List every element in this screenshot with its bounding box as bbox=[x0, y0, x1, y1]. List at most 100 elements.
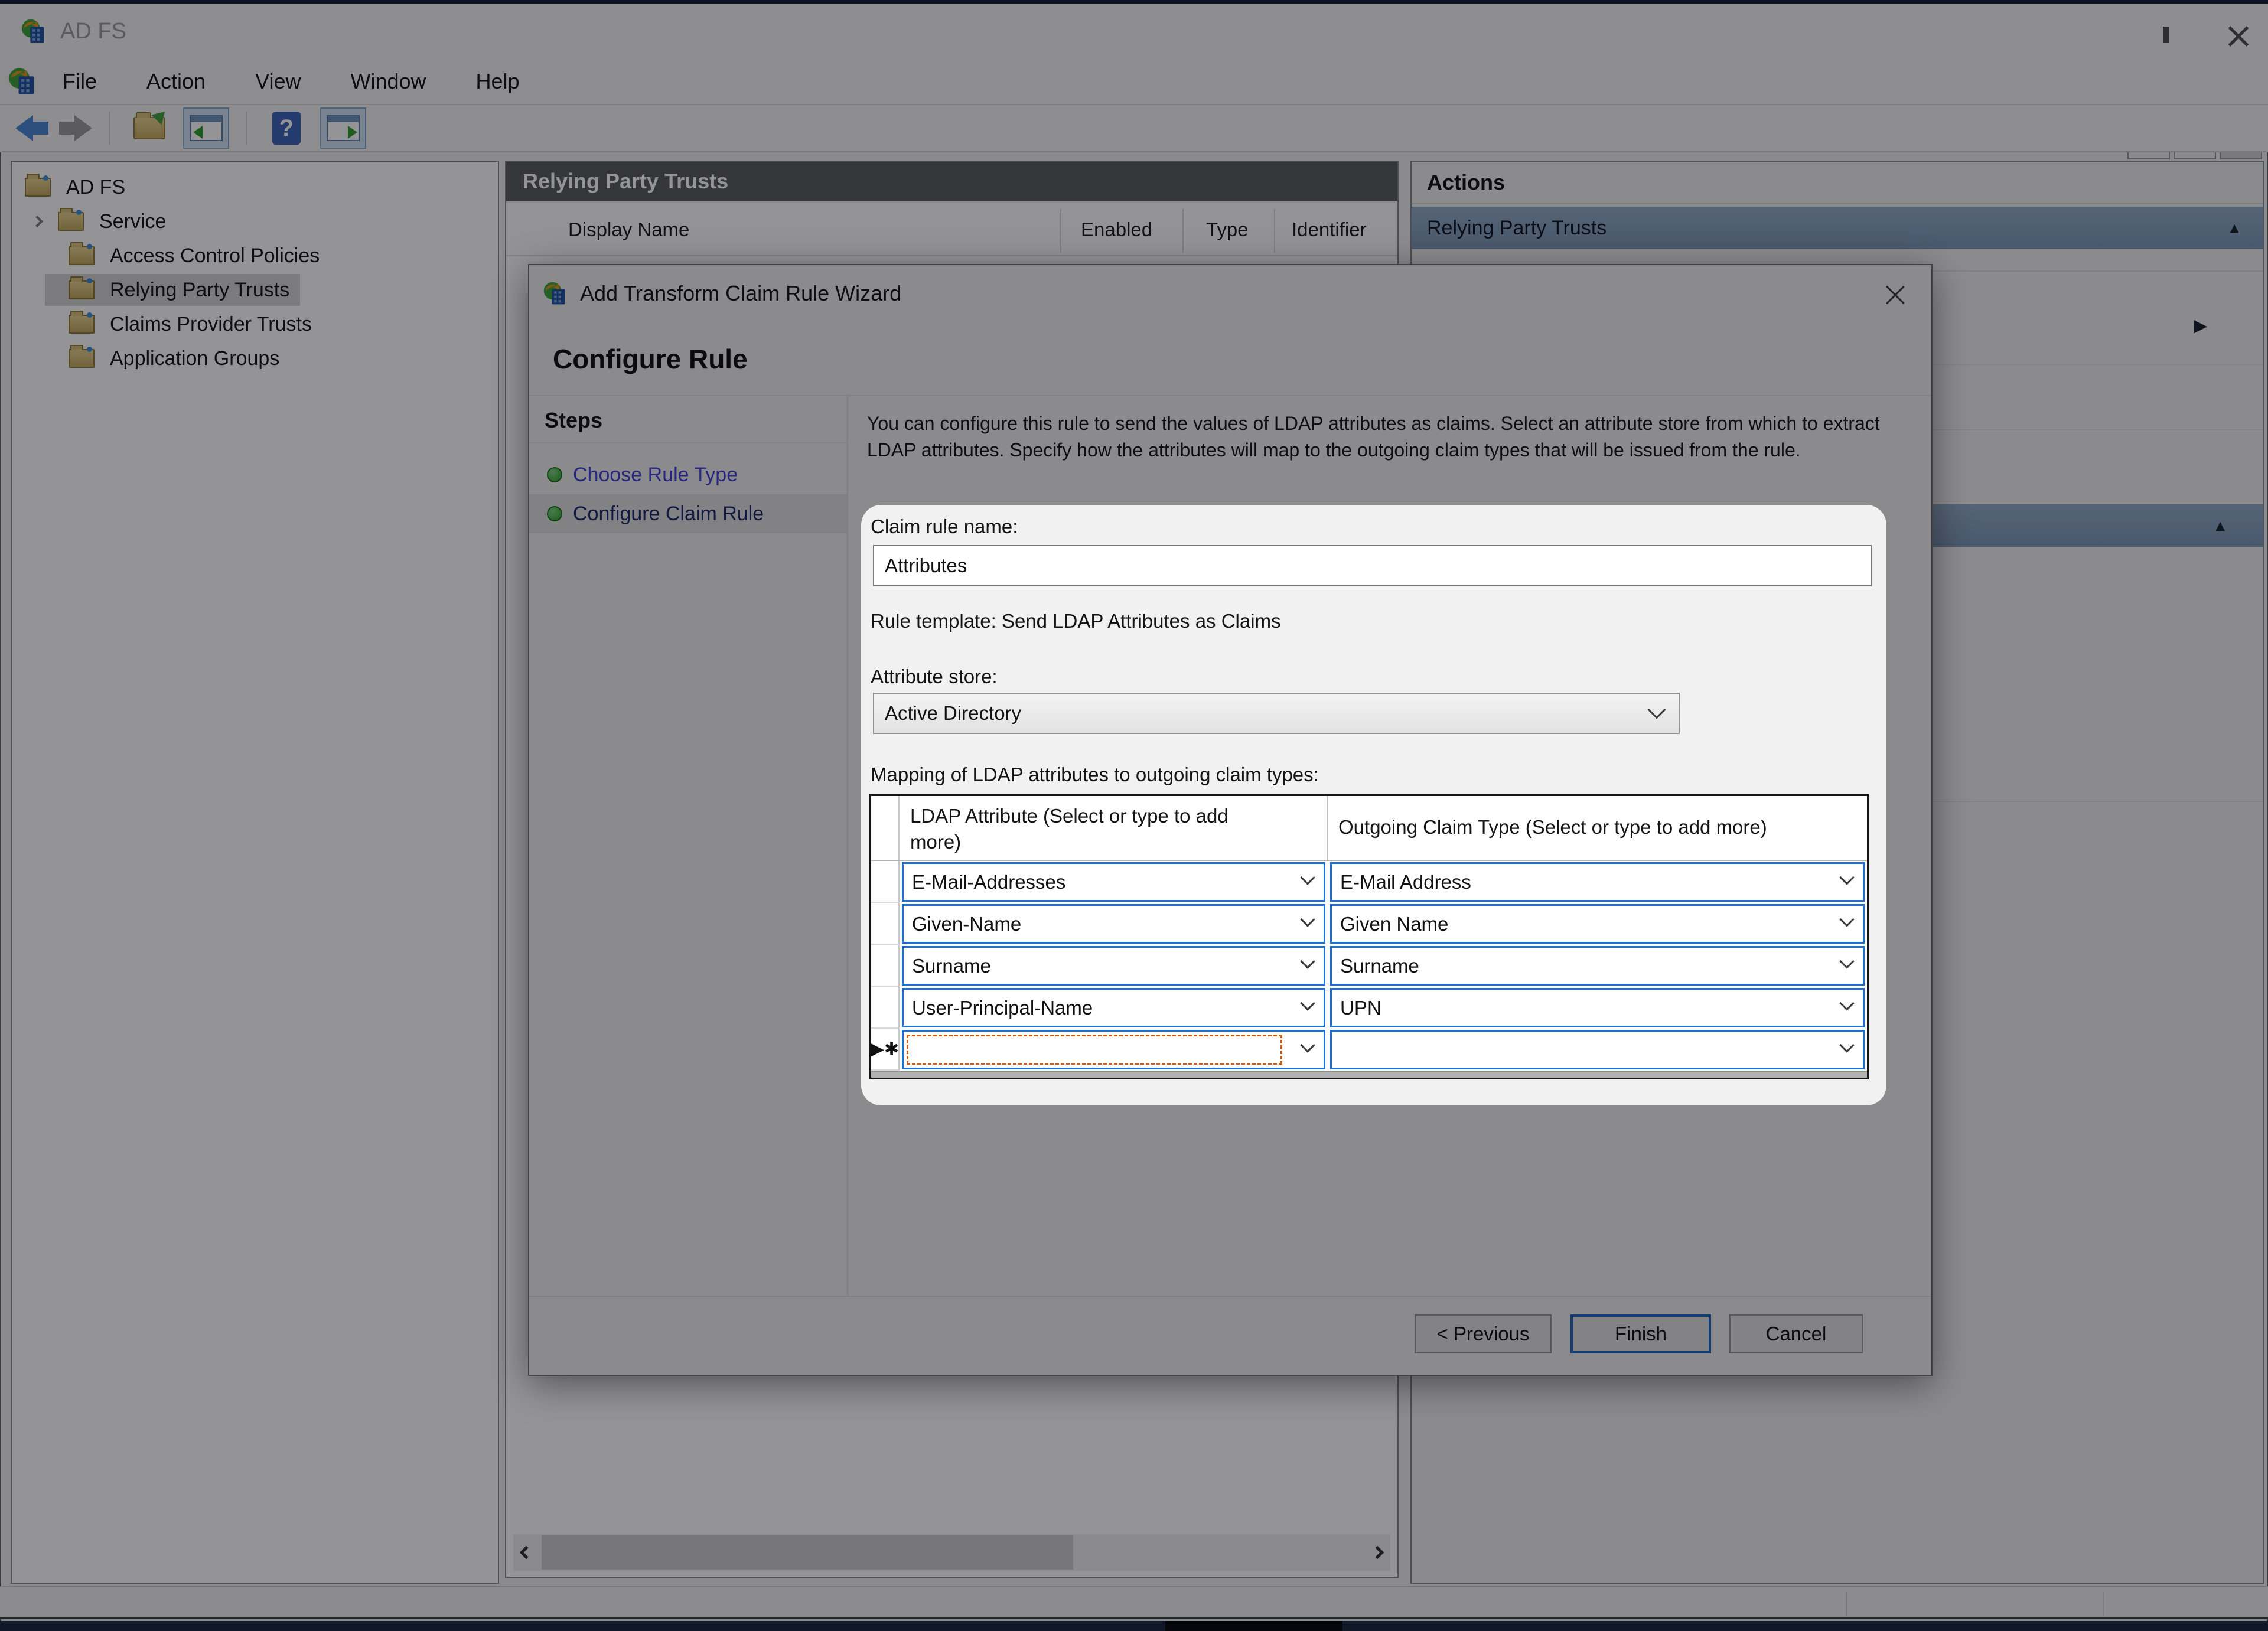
menu-window[interactable]: Window bbox=[325, 69, 451, 94]
folder-icon bbox=[69, 315, 94, 334]
tree-item-label: AD FS bbox=[66, 176, 125, 199]
horizontal-scrollbar[interactable] bbox=[513, 1534, 1390, 1571]
finish-button[interactable]: Finish bbox=[1570, 1314, 1711, 1353]
outgoing-claim-select[interactable]: UPN bbox=[1330, 988, 1865, 1027]
folder-icon bbox=[69, 349, 94, 368]
grid-header-row: LDAP Attribute (Select or type to add mo… bbox=[871, 796, 1867, 861]
tree-item-service[interactable]: Service bbox=[12, 204, 498, 239]
menu-action[interactable]: Action bbox=[122, 69, 230, 94]
chevron-down-icon bbox=[1839, 912, 1854, 927]
menu-view[interactable]: View bbox=[230, 69, 325, 94]
toolbar-separator bbox=[109, 112, 110, 145]
window-title: AD FS bbox=[60, 19, 126, 44]
cancel-button[interactable]: Cancel bbox=[1729, 1314, 1863, 1353]
show-action-pane-icon[interactable] bbox=[320, 107, 366, 149]
folder-icon bbox=[25, 178, 51, 197]
menu-bar: File Action View Window Help bbox=[0, 59, 2268, 105]
outgoing-claim-select[interactable]: E-Mail Address bbox=[1330, 862, 1865, 902]
step-choose-rule-type[interactable]: Choose Rule Type bbox=[529, 455, 847, 494]
column-type[interactable]: Type bbox=[1206, 218, 1249, 241]
folder-icon bbox=[69, 246, 94, 265]
wizard-heading: Configure Rule bbox=[553, 343, 748, 375]
outgoing-claim-select[interactable]: Given Name bbox=[1330, 904, 1865, 944]
scroll-left-icon[interactable] bbox=[513, 1534, 539, 1571]
forward-icon[interactable] bbox=[59, 115, 92, 141]
toolbar: ? bbox=[0, 105, 2268, 152]
mapping-row: User-Principal-Name UPN bbox=[871, 987, 1867, 1029]
step-bullet-icon bbox=[547, 467, 562, 482]
taskbar-segment bbox=[1165, 1621, 1342, 1631]
collapse-icon[interactable]: ▲ bbox=[2212, 517, 2228, 535]
ldap-attribute-select[interactable]: E-Mail-Addresses bbox=[902, 862, 1325, 902]
ldap-attribute-select[interactable]: Given-Name bbox=[902, 904, 1325, 944]
column-display-name[interactable]: Display Name bbox=[568, 218, 689, 241]
ldap-attribute-column-header: LDAP Attribute (Select or type to add mo… bbox=[900, 796, 1328, 860]
attribute-store-label: Attribute store: bbox=[871, 666, 998, 688]
chevron-down-icon bbox=[1839, 1038, 1854, 1052]
help-icon[interactable]: ? bbox=[263, 107, 309, 149]
claim-rule-name-input[interactable] bbox=[873, 545, 1872, 586]
toolbar-separator bbox=[246, 112, 247, 145]
row-marker-header-cell bbox=[871, 796, 900, 860]
results-panel-title: Relying Party Trusts bbox=[506, 162, 1397, 203]
outgoing-claim-column-header: Outgoing Claim Type (Select or type to a… bbox=[1328, 796, 1867, 860]
dialog-close-icon[interactable] bbox=[1883, 282, 1908, 306]
title-bar: AD FS bbox=[0, 4, 2268, 59]
adfs-app-icon bbox=[20, 18, 47, 45]
outgoing-claim-select[interactable] bbox=[1330, 1030, 1865, 1069]
tree-item-label: Relying Party Trusts bbox=[110, 279, 289, 302]
attribute-store-select[interactable]: Active Directory bbox=[873, 693, 1680, 734]
taskbar-edge bbox=[0, 1621, 2268, 1631]
ldap-attribute-select[interactable]: Surname bbox=[902, 946, 1325, 986]
tree-item-application-groups[interactable]: Application Groups bbox=[12, 341, 498, 376]
scroll-right-icon[interactable] bbox=[1364, 1534, 1390, 1571]
tree-item-claims-provider-trusts[interactable]: Claims Provider Trusts bbox=[12, 307, 498, 341]
maximize-button[interactable] bbox=[2163, 30, 2169, 40]
chevron-down-icon bbox=[1300, 996, 1315, 1010]
chevron-down-icon bbox=[1839, 870, 1854, 885]
scrollbar-thumb[interactable] bbox=[542, 1535, 1073, 1570]
tree-item-label: Access Control Policies bbox=[110, 244, 320, 268]
wizard-description: You can configure this rule to send the … bbox=[867, 410, 1908, 464]
status-bar bbox=[0, 1586, 2268, 1619]
back-icon[interactable] bbox=[15, 115, 48, 141]
step-configure-claim-rule[interactable]: Configure Claim Rule bbox=[529, 494, 847, 533]
show-console-tree-icon[interactable] bbox=[183, 107, 229, 149]
column-identifier[interactable]: Identifier bbox=[1292, 218, 1367, 241]
mapping-row: E-Mail-Addresses E-Mail Address bbox=[871, 861, 1867, 903]
column-enabled[interactable]: Enabled bbox=[1081, 218, 1152, 241]
actions-group-relying-party-trusts[interactable]: Relying Party Trusts ▲ bbox=[1412, 207, 2263, 249]
grid-bottom-strip bbox=[871, 1071, 1867, 1078]
chevron-down-icon bbox=[1300, 954, 1315, 968]
menu-file[interactable]: File bbox=[38, 69, 122, 94]
new-row-marker-icon: ▶✱ bbox=[871, 1029, 900, 1071]
outgoing-claim-select[interactable]: Surname bbox=[1330, 946, 1865, 986]
expand-chevron-icon[interactable] bbox=[31, 216, 43, 227]
step-label[interactable]: Choose Rule Type bbox=[573, 464, 738, 487]
collapse-icon[interactable]: ▲ bbox=[2227, 219, 2242, 237]
previous-button[interactable]: < Previous bbox=[1415, 1314, 1552, 1353]
step-bullet-icon bbox=[547, 506, 562, 521]
tree-item-relying-party-trusts[interactable]: Relying Party Trusts bbox=[12, 273, 498, 307]
ldap-attribute-select-focused[interactable] bbox=[902, 1030, 1325, 1069]
export-list-icon[interactable] bbox=[126, 107, 172, 149]
close-button[interactable] bbox=[2225, 22, 2251, 48]
folder-icon bbox=[58, 212, 84, 231]
submenu-arrow-icon: ▶ bbox=[2194, 315, 2207, 336]
dialog-title: Add Transform Claim Rule Wizard bbox=[580, 281, 901, 306]
chevron-down-icon bbox=[1839, 954, 1854, 968]
tree-item-access-control-policies[interactable]: Access Control Policies bbox=[12, 239, 498, 273]
mapping-label: Mapping of LDAP attributes to outgoing c… bbox=[871, 764, 1319, 786]
row-marker-cell bbox=[871, 861, 900, 903]
chevron-down-icon bbox=[1839, 996, 1854, 1010]
rule-template-text: Rule template: Send LDAP Attributes as C… bbox=[871, 610, 1281, 632]
ldap-attribute-select[interactable]: User-Principal-Name bbox=[902, 988, 1325, 1027]
mapping-new-row: ▶✱ bbox=[871, 1029, 1867, 1071]
chevron-down-icon bbox=[1300, 1038, 1315, 1052]
tree-item-adfs-root[interactable]: AD FS bbox=[12, 170, 498, 204]
row-marker-cell bbox=[871, 987, 900, 1029]
menu-help[interactable]: Help bbox=[451, 69, 545, 94]
step-label: Configure Claim Rule bbox=[573, 503, 764, 526]
actions-pane-title: Actions bbox=[1412, 162, 2263, 204]
list-column-headers: Display Name Enabled Type Identifier bbox=[506, 205, 1397, 256]
